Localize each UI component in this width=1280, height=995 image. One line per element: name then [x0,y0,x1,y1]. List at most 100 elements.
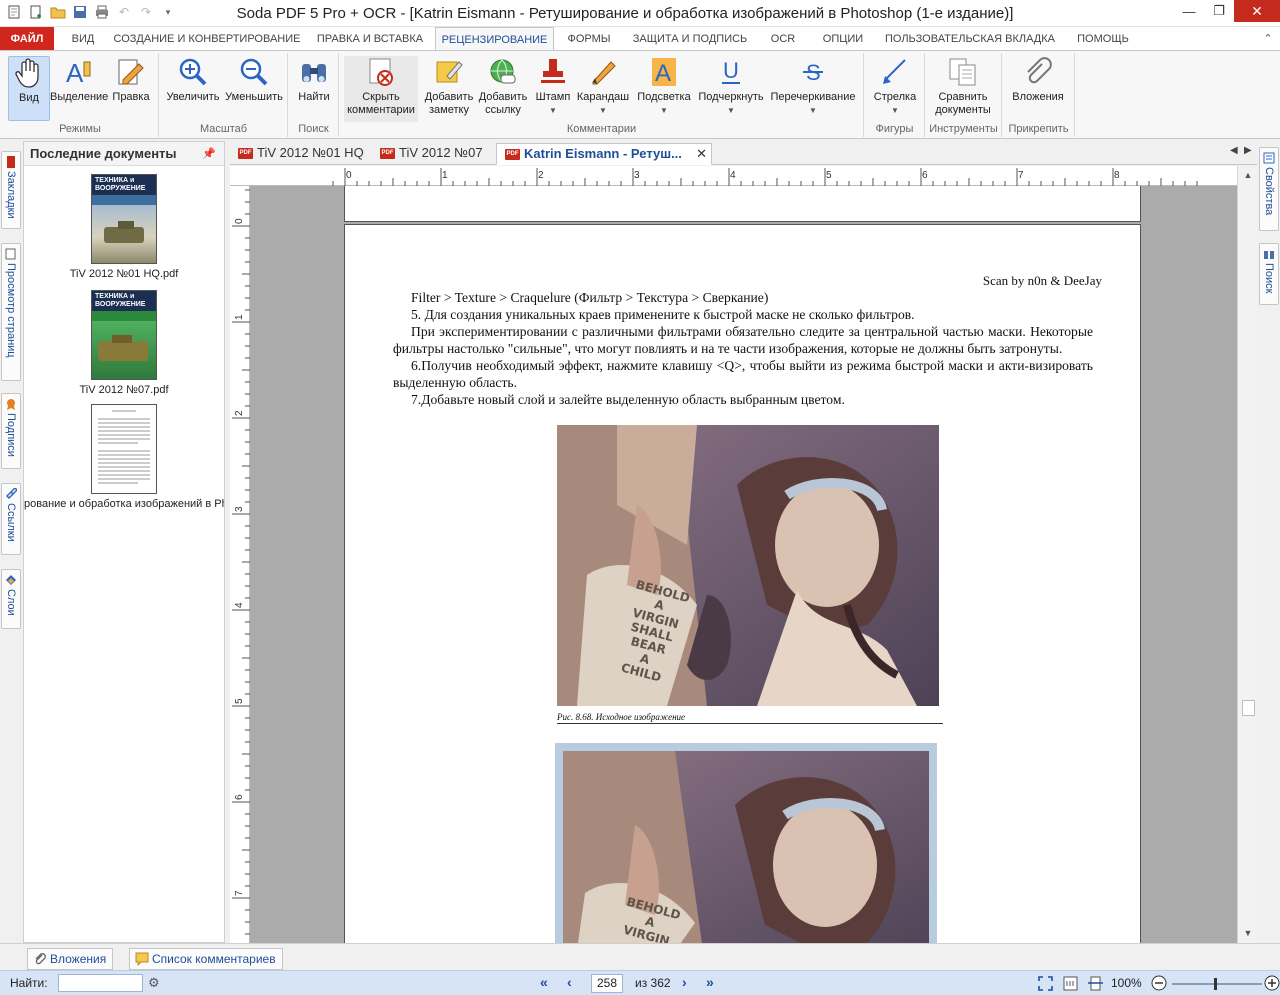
zoom-in-label: Увеличить [166,91,220,103]
side-tab-signatures[interactable]: Подписи [1,393,21,469]
find-button[interactable]: Найти [293,56,335,104]
pin-icon[interactable]: 📌 [202,142,216,166]
underline-button[interactable]: U Подчеркнуть ▼ [696,56,766,117]
tabs-scroll-right-icon[interactable]: ▶ [1244,145,1252,156]
magazine-title-line-1: ТЕХНИКА и [95,177,135,184]
tab-security-signature[interactable]: ЗАЩИТА И ПОДПИСЬ [626,27,754,51]
recent-doc-item[interactable]: ТЕХНИКА и ВООРУЖЕНИЕ TiV 2012 №07.pdf [24,290,224,396]
doc-tab-eismann[interactable]: PDF Katrin Eismann - Ретуш... ✕ [496,143,712,165]
hide-comments-button[interactable]: Скрыть комментарии [344,56,418,122]
stamp-dropdown-icon[interactable]: ▼ [532,104,574,117]
stamp-icon [537,56,569,88]
compare-documents-button[interactable]: Сравнить документы [930,56,996,117]
vertical-scrollbar[interactable]: ▲ ▼ [1237,166,1257,943]
bottom-tab-attachments-label: Вложения [50,952,107,966]
side-tab-search[interactable]: Поиск [1259,243,1279,305]
tab-view[interactable]: ВИД [60,27,106,51]
add-link-button[interactable]: Добавить ссылку [476,56,530,117]
ribbon-panel: Вид A Выделение Правка Режимы Увеличить … [0,50,1280,139]
zoom-in-button[interactable]: Увеличить [164,56,222,104]
arrow-label: Стрелка [873,91,917,103]
underline-label: Подчеркнуть [698,91,764,103]
tab-ocr[interactable]: OCR [763,27,803,51]
tab-create-convert[interactable]: СОЗДАНИЕ И КОНВЕРТИРОВАНИЕ [110,27,304,51]
scrollbar-thumb[interactable] [1242,700,1255,716]
ruler-label: 2 [538,170,544,181]
arrow-dropdown-icon[interactable]: ▼ [869,104,921,117]
current-page-input[interactable]: 258 [591,974,623,993]
minimize-button[interactable]: — [1174,0,1204,22]
recent-doc-item[interactable]: рование и обработка изображений в Phot [24,404,224,510]
actual-size-icon[interactable] [1063,976,1078,991]
zoom-in-small-icon[interactable] [1264,975,1280,991]
fit-page-icon[interactable] [1038,976,1053,991]
scroll-down-icon[interactable]: ▼ [1238,928,1257,938]
stamp-button[interactable]: Штамп ▼ [532,56,574,117]
view-mode-button[interactable]: Вид [8,56,50,121]
bottom-tab-comments-list[interactable]: Список комментариев [129,948,283,970]
edit-mode-button[interactable]: Правка [109,56,153,104]
side-tab-page-view[interactable]: Просмотр страниц [1,243,21,381]
statue-photo-framed: BEHOLD A VIRGIN [555,743,937,943]
document-viewer[interactable]: 0 1 2 3 4 5 6 7 8 0 1 2 3 4 5 6 7 Scan by n0n & DeeJay … [230,166,1257,943]
find-options-icon[interactable]: ⚙ [148,975,160,991]
attachments-button[interactable]: Вложения [1007,56,1069,104]
add-note-button[interactable]: Добавить заметку [422,56,476,117]
zoom-out-button[interactable]: Уменьшить [224,56,284,104]
next-page-icon[interactable]: › [682,974,687,990]
ruler-label: 0 [346,170,352,181]
bottom-tab-attachments[interactable]: Вложения [27,948,114,970]
last-page-icon[interactable]: » [706,974,714,990]
tab-options[interactable]: ОПЦИИ [815,27,871,51]
status-find-input[interactable] [58,974,143,992]
maximize-button[interactable]: ❐ [1204,0,1234,22]
side-tab-properties[interactable]: Свойства [1259,147,1279,231]
underline-dropdown-icon[interactable]: ▼ [696,104,766,117]
ruler-label: 1 [442,170,448,181]
strikeout-dropdown-icon[interactable]: ▼ [768,104,858,117]
side-tab-bookmarks[interactable]: Закладки [1,151,21,229]
fit-width-icon[interactable] [1088,976,1103,991]
close-button[interactable]: ✕ [1234,0,1280,22]
recent-doc-name: TiV 2012 №07.pdf [79,384,169,396]
arrow-button[interactable]: Стрелка ▼ [869,56,921,117]
side-tab-layers[interactable]: Слои [1,569,21,629]
highlight-dropdown-icon[interactable]: ▼ [634,104,694,117]
tabs-scroll-left-icon[interactable]: ◀ [1230,145,1238,156]
tab-help[interactable]: ПОМОЩЬ [1066,27,1140,51]
recent-documents-title: Последние документы [30,146,177,161]
pencil-dropdown-icon[interactable]: ▼ [574,104,632,117]
tab-review[interactable]: РЕЦЕНЗИРОВАНИЕ [435,27,554,51]
side-tab-links[interactable]: Ссылки [1,483,21,555]
tab-custom[interactable]: ПОЛЬЗОВАТЕЛЬСКАЯ ВКЛАДКА [880,27,1060,51]
close-tab-icon[interactable]: ✕ [696,144,707,164]
text-line: При экспериментировании с различными фил… [393,324,1093,356]
scroll-up-icon[interactable]: ▲ [1238,170,1257,180]
tab-edit-insert[interactable]: ПРАВКА И ВСТАВКА [310,27,430,51]
side-tab-page-view-label: Просмотр страниц [5,263,17,358]
view-mode-label: Вид [19,92,39,104]
app-window: ↶ ↷ ▾ Soda PDF 5 Pro + OCR - [Katrin Eis… [0,0,1280,995]
ruler-label: 6 [922,170,928,181]
tab-forms[interactable]: ФОРМЫ [560,27,618,51]
zoom-slider-knob[interactable] [1214,978,1217,990]
select-mode-button[interactable]: A Выделение [50,56,108,104]
side-tab-links-label: Ссылки [5,503,17,542]
recent-doc-item[interactable]: ТЕХНИКА и ВООРУЖЕНИЕ TiV 2012 №01 HQ.pdf [24,174,224,280]
binoculars-small-icon [1264,251,1274,259]
ribbon-collapse-icon[interactable]: ⌃ [1258,27,1278,51]
zoom-slider[interactable] [1172,978,1262,990]
first-page-icon[interactable]: « [540,974,548,990]
strikeout-button[interactable]: S Перечеркивание ▼ [768,56,858,117]
tab-file[interactable]: ФАЙЛ [0,27,54,51]
zoom-out-small-icon[interactable] [1151,975,1167,991]
doc-tab-tiv-07[interactable]: PDF TiV 2012 №07 [372,143,494,165]
find-label: Найти [298,91,330,103]
doc-tab-tiv-01[interactable]: PDF TiV 2012 №01 HQ [230,143,368,165]
compare-label-2: документы [935,104,991,116]
previous-page-icon[interactable]: ‹ [567,974,572,990]
window-title: Soda PDF 5 Pro + OCR - [Katrin Eismann -… [236,5,1014,22]
compare-documents-icon [947,56,979,88]
highlight-button[interactable]: A Подсветка ▼ [634,56,694,117]
pencil-button[interactable]: Карандаш ▼ [574,56,632,117]
